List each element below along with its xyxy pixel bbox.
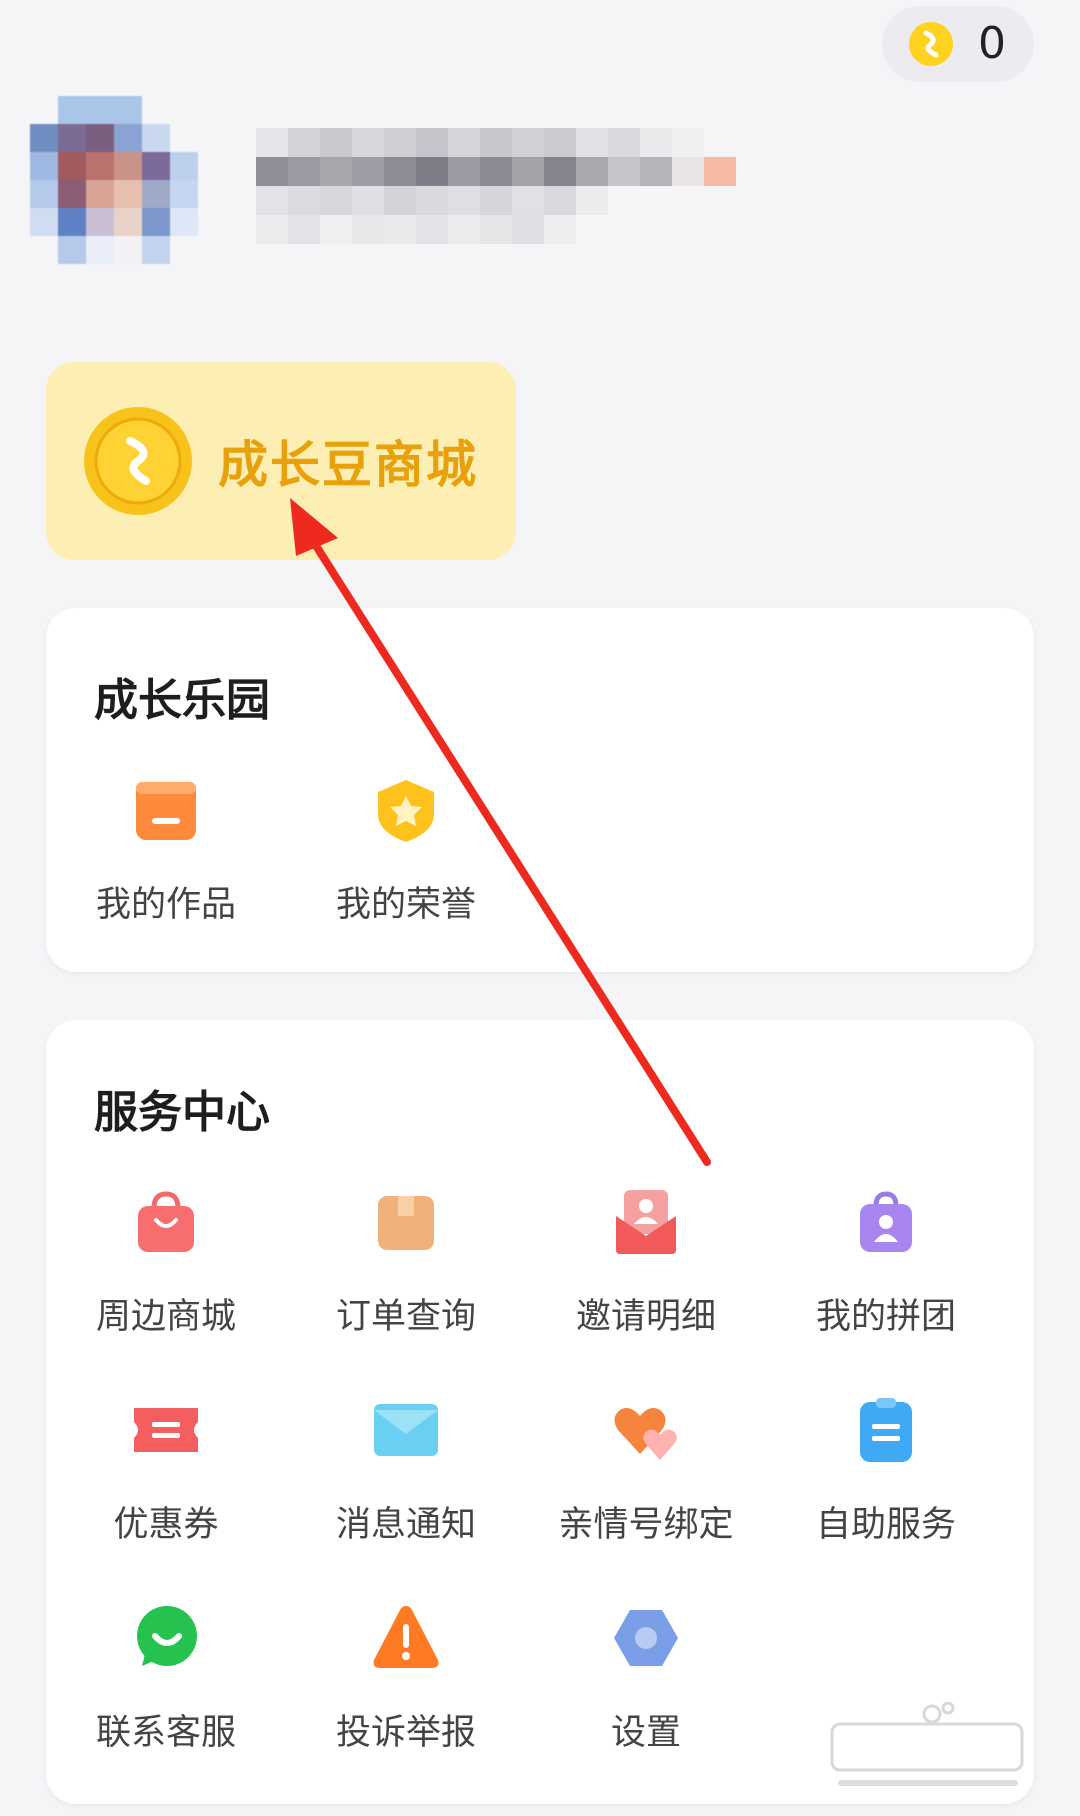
group-bag-icon	[860, 1191, 912, 1252]
order-query-item[interactable]: 订单查询	[286, 1186, 526, 1339]
my-group-buy-item[interactable]: 我的拼团	[766, 1186, 1006, 1339]
message-notification-item[interactable]: 消息通知	[286, 1394, 526, 1547]
coin-count: 0	[978, 18, 1006, 69]
avatar[interactable]	[30, 96, 226, 286]
hearts-icon	[614, 1408, 677, 1460]
settings-hexagon-icon	[614, 1610, 678, 1666]
contact-support-item[interactable]: 联系客服	[46, 1602, 286, 1755]
coin-icon	[909, 22, 953, 66]
coin-icon	[84, 407, 192, 515]
family-binding-item[interactable]: 亲情号绑定	[526, 1394, 766, 1547]
honor-badge-icon	[378, 780, 434, 842]
coupon-ticket-icon	[134, 1408, 198, 1452]
coupon-item[interactable]: 优惠券	[46, 1394, 286, 1547]
section-title: 服务中心	[94, 1087, 270, 1138]
growth-bean-mall-card[interactable]: 成长豆商城	[46, 362, 516, 560]
section-title: 成长乐园	[94, 675, 270, 726]
warning-triangle-icon	[373, 1606, 439, 1668]
my-works-item[interactable]: 我的作品	[46, 774, 286, 927]
watermark-logo	[830, 1702, 1024, 1786]
merch-mall-item[interactable]: 周边商城	[46, 1186, 286, 1339]
settings-item[interactable]: 设置	[526, 1602, 766, 1755]
invite-envelope-icon	[616, 1190, 676, 1254]
my-honor-item[interactable]: 我的荣誉	[286, 774, 526, 927]
shopping-bag-icon	[138, 1191, 194, 1252]
complaint-report-item[interactable]: 投诉举报	[286, 1602, 526, 1755]
mall-title: 成长豆商城	[218, 436, 478, 494]
works-box-icon	[136, 782, 196, 840]
clipboard-list-icon	[860, 1398, 912, 1462]
profile-info-blurred[interactable]	[256, 128, 736, 273]
chat-bubble-icon	[137, 1606, 197, 1666]
package-box-icon	[378, 1196, 434, 1250]
service-center-card: 服务中心 周边商城 订单查询 邀请明细 我的拼团 优惠券 消息通知 亲情号绑定 …	[46, 1020, 1034, 1804]
coin-balance-badge[interactable]: 0	[882, 6, 1034, 82]
invite-details-item[interactable]: 邀请明细	[526, 1186, 766, 1339]
self-service-item[interactable]: 自助服务	[766, 1394, 1006, 1547]
mail-icon	[374, 1404, 438, 1456]
growth-park-card: 成长乐园 我的作品 我的荣誉	[46, 608, 1034, 972]
